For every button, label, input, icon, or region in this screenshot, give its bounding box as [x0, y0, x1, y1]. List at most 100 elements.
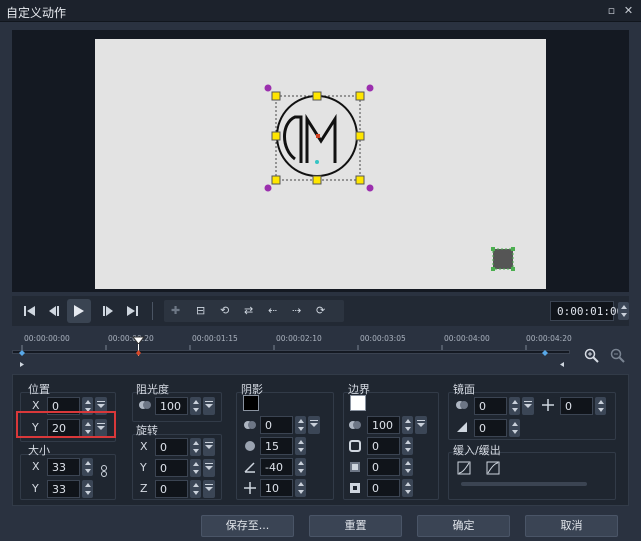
- rotation-y-input[interactable]: 0: [155, 459, 188, 477]
- shadow-opacity-keyframe-menu[interactable]: [308, 416, 320, 434]
- timecode-field[interactable]: 0:00:01:003: [550, 301, 630, 321]
- ease-slider[interactable]: [461, 482, 587, 486]
- shadow-opacity-input[interactable]: 0: [260, 416, 293, 434]
- reset-button[interactable]: 重置: [309, 515, 402, 537]
- handle-right: [355, 131, 365, 141]
- shadow-angle-input[interactable]: -40: [260, 458, 293, 476]
- border-opacity-icon: [349, 421, 361, 429]
- opacity-icon: [139, 401, 151, 409]
- rotation-x-keyframe-menu[interactable]: [203, 438, 215, 456]
- go-to-start-button[interactable]: [18, 299, 42, 323]
- shadow-opacity-spinner[interactable]: [295, 416, 306, 434]
- border-blur-input[interactable]: 0: [367, 458, 400, 476]
- previous-keyframe-icon[interactable]: ⇠: [268, 304, 277, 317]
- size-y-label: Y: [32, 482, 39, 495]
- rotation-y-keyframe-menu[interactable]: [203, 459, 215, 477]
- shadow-blur-input[interactable]: 15: [260, 437, 293, 455]
- handle-top: [312, 91, 322, 101]
- size-x-input[interactable]: 33: [47, 458, 80, 476]
- rotation-x-spinner[interactable]: [190, 438, 201, 456]
- selected-object[interactable]: [264, 84, 374, 192]
- border-opacity-input[interactable]: 100: [367, 416, 400, 434]
- rotation-center: [315, 160, 319, 164]
- skip-end-icon: [127, 306, 138, 316]
- mirror-fade-input[interactable]: 0: [474, 419, 507, 437]
- maximize-icon[interactable]: ▫: [605, 4, 618, 17]
- mirror-opacity-keyframe-menu[interactable]: [522, 397, 534, 415]
- zoom-out-icon[interactable]: [610, 348, 626, 364]
- handle-bottom: [312, 175, 322, 185]
- border-blur-icon: [350, 462, 360, 472]
- keyframe-toolbar: ✚ ⊟ ⟲ ⇄ ⇠ ⇢ ⟳: [164, 300, 344, 322]
- rotation-z-spinner[interactable]: [190, 480, 201, 498]
- opacity-spinner[interactable]: [190, 397, 201, 415]
- step-back-icon: [49, 306, 59, 316]
- border-width-input[interactable]: 0: [367, 437, 400, 455]
- size-title: 大小: [28, 444, 50, 457]
- secondary-object[interactable]: [491, 247, 515, 271]
- border-blur-spinner[interactable]: [402, 458, 413, 476]
- close-icon[interactable]: ✕: [622, 4, 635, 17]
- rotation-z-keyframe-menu[interactable]: [203, 480, 215, 498]
- rotate-handle-br: [366, 184, 374, 192]
- save-to-button[interactable]: 保存至...: [201, 515, 294, 537]
- rotation-y-spinner[interactable]: [190, 459, 201, 477]
- mirror-title: 镜面: [453, 383, 475, 396]
- border-width-spinner[interactable]: [402, 437, 413, 455]
- mirror-fade-spinner[interactable]: [509, 419, 520, 437]
- size-y-spinner[interactable]: [82, 480, 93, 498]
- ease-in-icon[interactable]: [457, 461, 471, 475]
- reverse-keyframes-icon[interactable]: ⟲: [220, 304, 229, 317]
- go-to-end-button[interactable]: [120, 299, 144, 323]
- size-y-input[interactable]: 33: [47, 480, 80, 498]
- timecode-spinner[interactable]: [618, 302, 629, 320]
- shadow-color-swatch[interactable]: [243, 395, 259, 411]
- zoom-in-icon[interactable]: [584, 348, 600, 364]
- rotation-x-input[interactable]: 0: [155, 438, 188, 456]
- rotation-z-input[interactable]: 0: [155, 480, 188, 498]
- shadow-angle-spinner[interactable]: [295, 458, 306, 476]
- border-color-swatch[interactable]: [350, 395, 366, 411]
- clone-keyframe-icon[interactable]: ⟳: [316, 304, 325, 317]
- keyframe-start-icon: [19, 350, 25, 356]
- shadow-angle-icon: [244, 462, 255, 473]
- next-frame-button[interactable]: [96, 299, 120, 323]
- mirror-fade-icon: [457, 422, 467, 432]
- preview-svg: [264, 84, 515, 271]
- rotation-x-label: X: [140, 440, 148, 453]
- ok-button[interactable]: 确定: [417, 515, 510, 537]
- mirror-offset-input[interactable]: 0: [560, 397, 593, 415]
- shadow-distance-icon: [244, 482, 256, 494]
- ease-out-icon[interactable]: [486, 461, 500, 475]
- mirror-opacity-spinner[interactable]: [509, 397, 520, 415]
- size-x-spinner[interactable]: [82, 458, 93, 476]
- rotation-y-label: Y: [140, 461, 147, 474]
- border-corner-input[interactable]: 0: [367, 479, 400, 497]
- shadow-distance-input[interactable]: 10: [260, 479, 293, 497]
- timeline-ruler[interactable]: 00:00:00:00 00:00:00:20 00:00:01:15 00:0…: [12, 330, 572, 368]
- skip-start-icon: [24, 306, 35, 316]
- mirror-opacity-input[interactable]: 0: [474, 397, 507, 415]
- opacity-input[interactable]: 100: [155, 397, 188, 415]
- preview-canvas[interactable]: [95, 39, 546, 289]
- step-forward-icon: [103, 306, 113, 316]
- cancel-button[interactable]: 取消: [525, 515, 618, 537]
- ease-title: 缓入/缓出: [453, 444, 501, 457]
- border-corner-spinner[interactable]: [402, 479, 413, 497]
- next-keyframe-icon[interactable]: ⇢: [292, 304, 301, 317]
- shadow-blur-spinner[interactable]: [295, 437, 306, 455]
- lock-aspect-icon[interactable]: [97, 464, 111, 478]
- play-icon: [74, 305, 84, 317]
- opacity-keyframe-menu[interactable]: [203, 397, 215, 415]
- remove-keyframe-icon[interactable]: ⊟: [196, 304, 205, 317]
- border-corner-icon: [350, 483, 360, 493]
- handle-bottom-left: [271, 175, 281, 185]
- play-button[interactable]: [67, 299, 91, 323]
- border-opacity-spinner[interactable]: [402, 416, 413, 434]
- border-opacity-keyframe-menu[interactable]: [415, 416, 427, 434]
- swap-keyframes-icon[interactable]: ⇄: [244, 304, 253, 317]
- mirror-offset-spinner[interactable]: [595, 397, 606, 415]
- previous-frame-button[interactable]: [42, 299, 66, 323]
- shadow-distance-spinner[interactable]: [295, 479, 306, 497]
- add-keyframe-icon[interactable]: ✚: [171, 304, 180, 317]
